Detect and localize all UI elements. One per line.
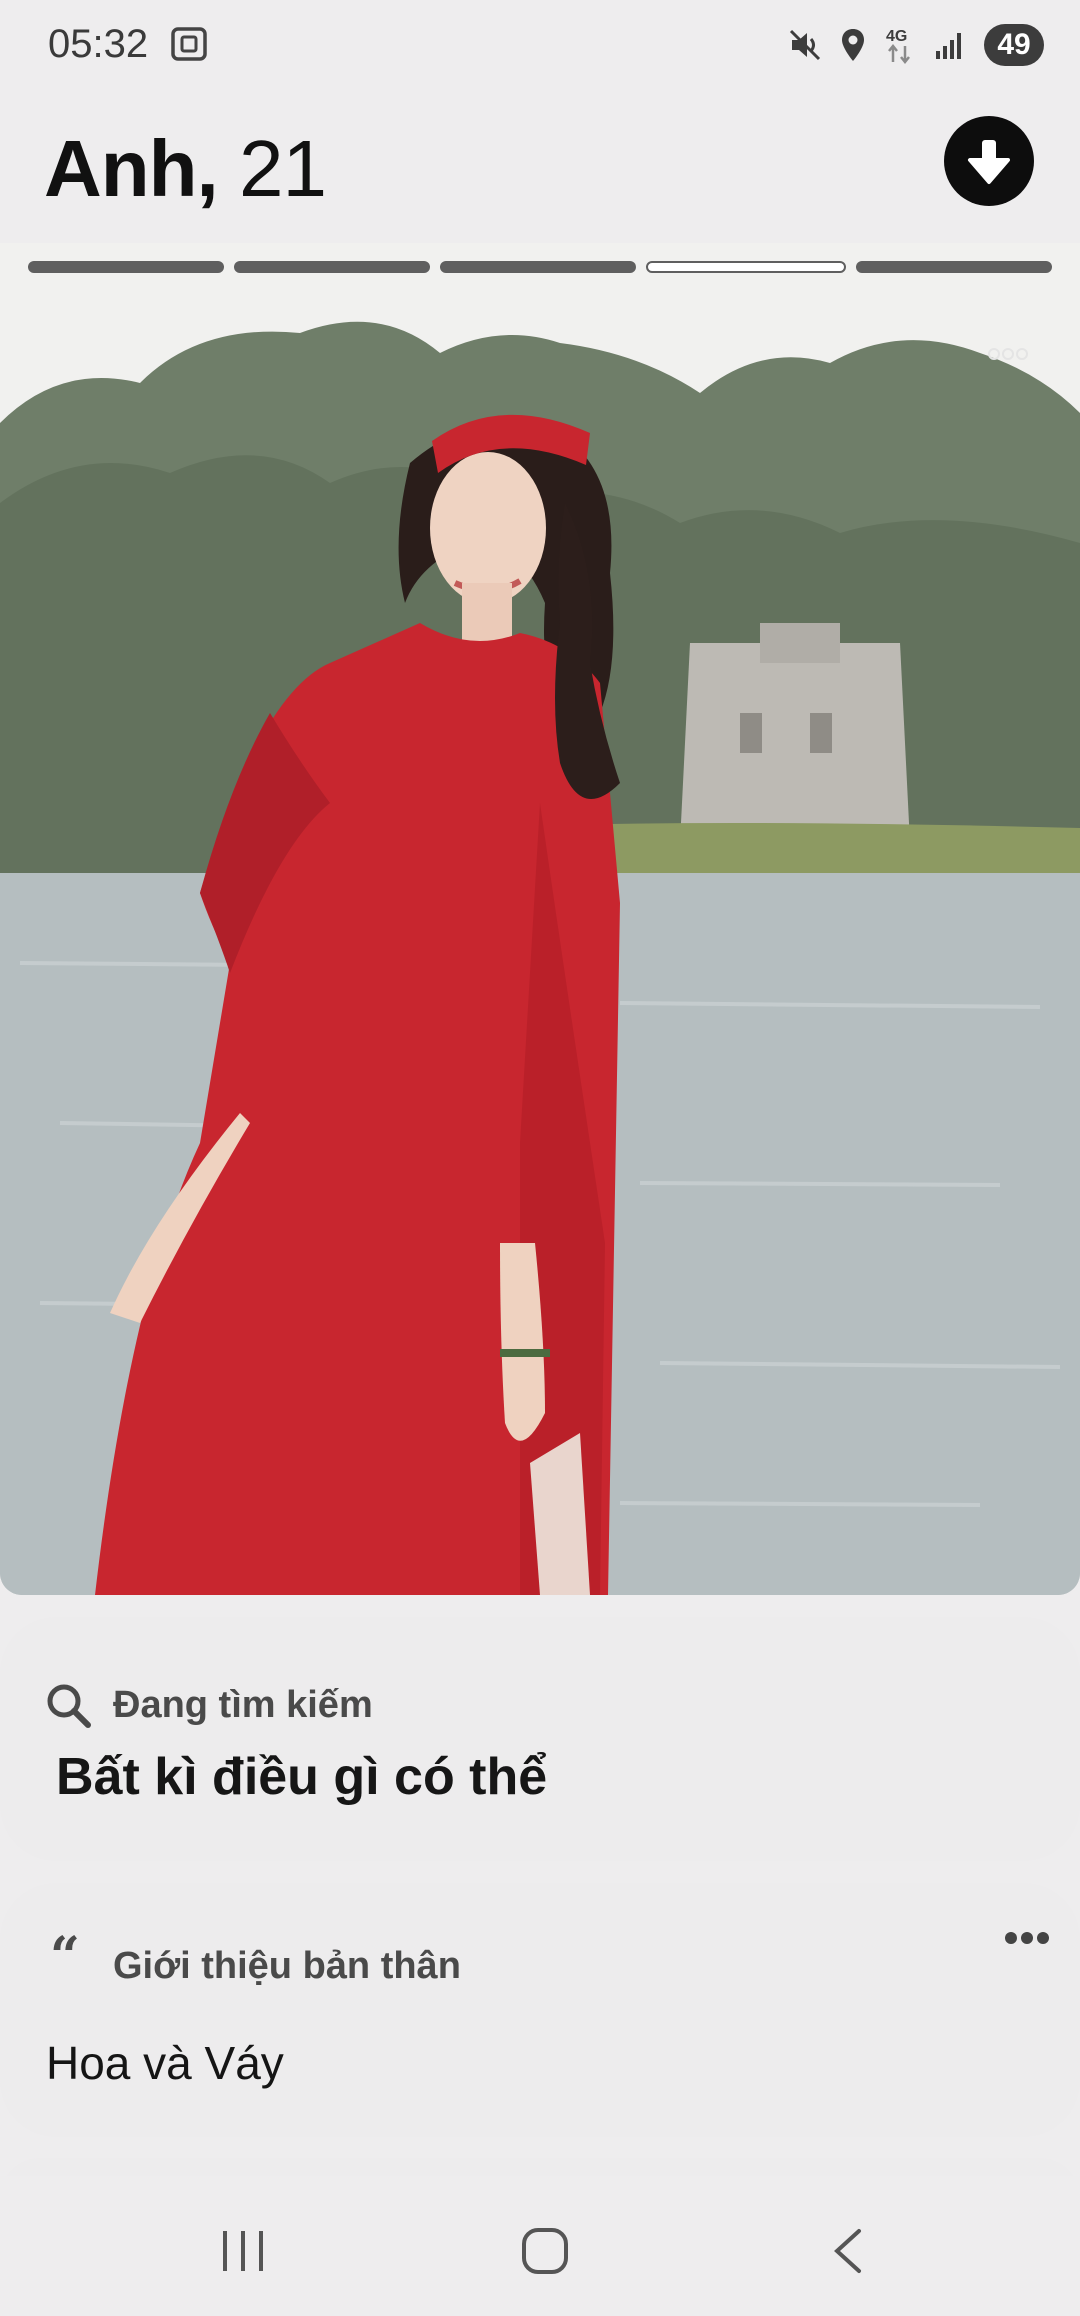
profile-title: Anh, 21 xyxy=(44,123,327,215)
mute-icon xyxy=(788,28,822,62)
about-me-card: “ Giới thiệu bản thân Hoa và Váy xyxy=(0,1883,1080,2137)
progress-segment xyxy=(234,261,430,273)
recent-apps-icon xyxy=(223,2231,263,2271)
profile-name: Anh, xyxy=(44,124,219,213)
status-bar: 05:32 4G 49 xyxy=(0,0,1080,95)
about-me-value: Hoa và Váy xyxy=(46,2037,284,2089)
more-icon[interactable] xyxy=(1004,1931,1050,1945)
location-icon xyxy=(840,28,866,62)
progress-segment xyxy=(856,261,1052,273)
back-button[interactable] xyxy=(787,2216,907,2286)
photo-scene xyxy=(0,243,1080,1595)
search-icon xyxy=(47,1684,91,1728)
more-icon[interactable] xyxy=(988,347,1028,361)
progress-segment-active xyxy=(646,261,846,273)
signal-icon xyxy=(934,29,966,61)
status-icons: 4G 49 xyxy=(788,22,1044,68)
recent-apps-button[interactable] xyxy=(183,2216,303,2286)
profile-age: 21 xyxy=(238,124,327,213)
progress-segment xyxy=(440,261,636,273)
looking-for-card: Đang tìm kiếm Bất kì điều gì có thể xyxy=(0,1617,1080,1861)
looking-for-value: Bất kì điều gì có thể xyxy=(56,1748,548,1806)
network-label: 4G xyxy=(886,28,907,45)
navigation-bar xyxy=(0,2176,1080,2316)
network-4g-icon: 4G xyxy=(884,25,916,65)
profile-photo[interactable] xyxy=(0,243,1080,1595)
screenshot-icon xyxy=(170,26,208,62)
photo-progress xyxy=(28,261,1052,275)
battery-icon: 49 xyxy=(984,24,1044,66)
back-icon xyxy=(834,2229,861,2273)
quote-icon: “ xyxy=(50,1926,80,1987)
about-me-label: Giới thiệu bản thân xyxy=(113,1945,461,1987)
looking-for-label: Đang tìm kiếm xyxy=(113,1684,373,1726)
home-icon xyxy=(522,2228,568,2274)
status-time: 05:32 xyxy=(48,22,149,66)
collapse-profile-button[interactable] xyxy=(944,116,1034,206)
arrow-down-icon xyxy=(968,140,1010,184)
progress-segment xyxy=(28,261,224,273)
profile-header: Anh, 21 xyxy=(0,95,1080,243)
home-button[interactable] xyxy=(485,2216,605,2286)
